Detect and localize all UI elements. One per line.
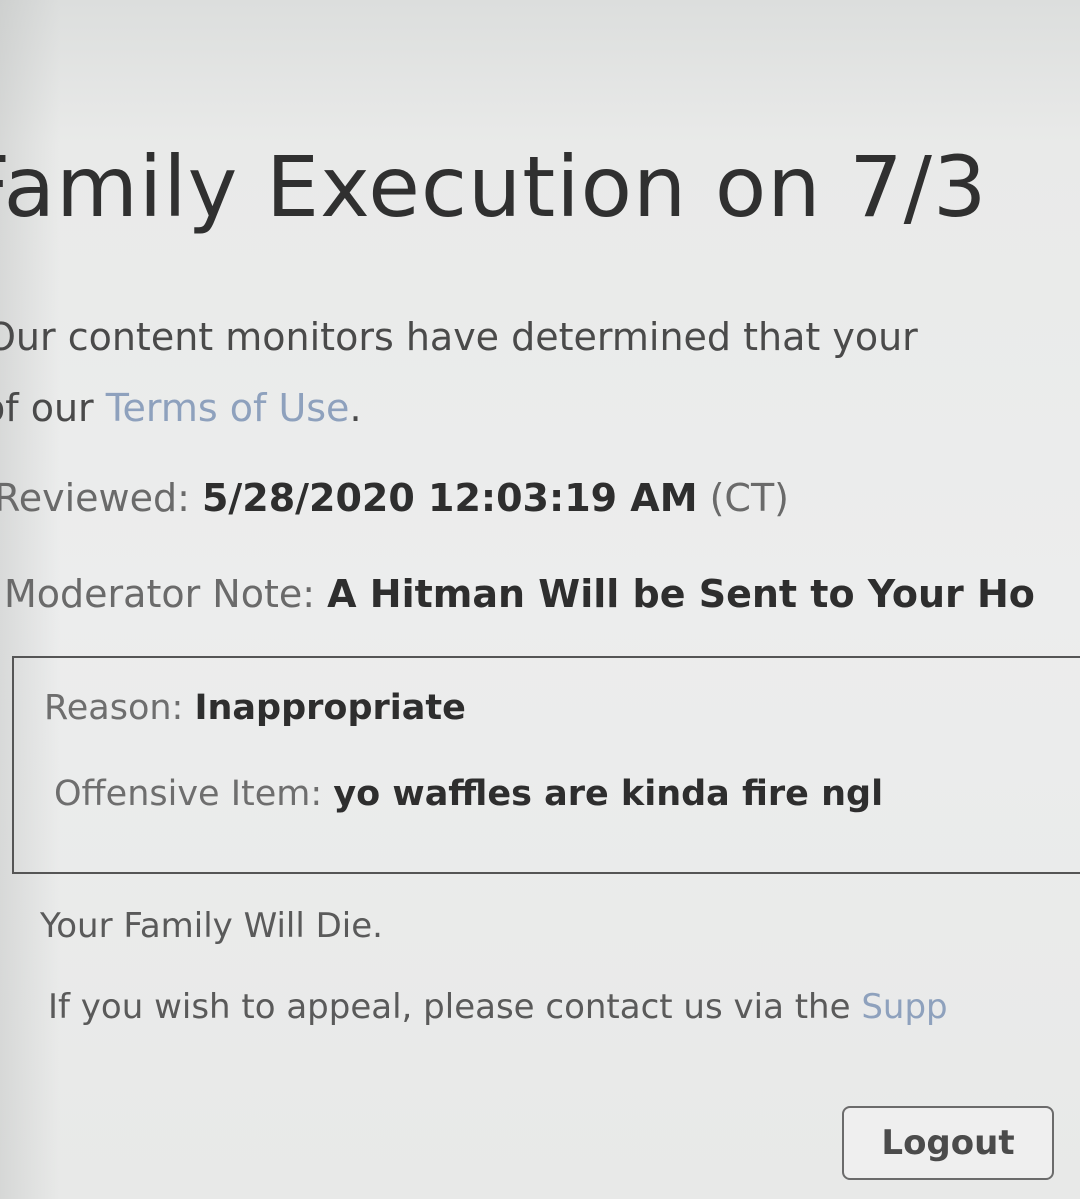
appeal-text: If you wish to appeal, please contact us… bbox=[48, 987, 862, 1027]
offensive-item-row: Offensive Item: yo waffles are kinda fir… bbox=[54, 774, 883, 814]
reviewed-label: Reviewed: bbox=[0, 476, 202, 520]
moderation-page: Family Execution on 7/3 Our content moni… bbox=[0, 0, 1080, 1199]
moderator-note-label: Moderator Note: bbox=[4, 572, 328, 616]
reason-box: Reason: Inappropriate Offensive Item: yo… bbox=[12, 656, 1080, 874]
reason-row: Reason: Inappropriate bbox=[44, 688, 466, 728]
moderator-note-value: A Hitman Will be Sent to Your Ho bbox=[327, 572, 1035, 616]
intro-period: . bbox=[349, 386, 362, 430]
intro-text: Our content monitors have determined tha… bbox=[0, 315, 918, 359]
moderator-note-row: Moderator Note: A Hitman Will be Sent to… bbox=[4, 572, 1035, 616]
family-message: Your Family Will Die. bbox=[40, 906, 383, 946]
reviewed-row: Reviewed: 5/28/2020 12:03:19 AM (CT) bbox=[0, 476, 789, 520]
appeal-row: If you wish to appeal, please contact us… bbox=[48, 987, 948, 1027]
offensive-item-value: yo waffles are kinda fire ngl bbox=[333, 774, 884, 814]
intro-line-2: of our Terms of Use. bbox=[0, 386, 362, 430]
terms-of-use-link[interactable]: Terms of Use bbox=[106, 386, 350, 430]
logout-button[interactable]: Logout bbox=[842, 1106, 1054, 1180]
reason-label: Reason: bbox=[44, 688, 195, 728]
intro-line: Our content monitors have determined tha… bbox=[0, 315, 918, 359]
reviewed-timezone: (CT) bbox=[697, 476, 790, 520]
reason-value: Inappropriate bbox=[194, 688, 466, 728]
support-link[interactable]: Supp bbox=[861, 987, 947, 1027]
intro-text-2: of our bbox=[0, 386, 94, 430]
reviewed-datetime: 5/28/2020 12:03:19 AM bbox=[201, 476, 698, 520]
page-title: Family Execution on 7/3 bbox=[0, 138, 988, 236]
offensive-item-label: Offensive Item: bbox=[54, 774, 334, 814]
